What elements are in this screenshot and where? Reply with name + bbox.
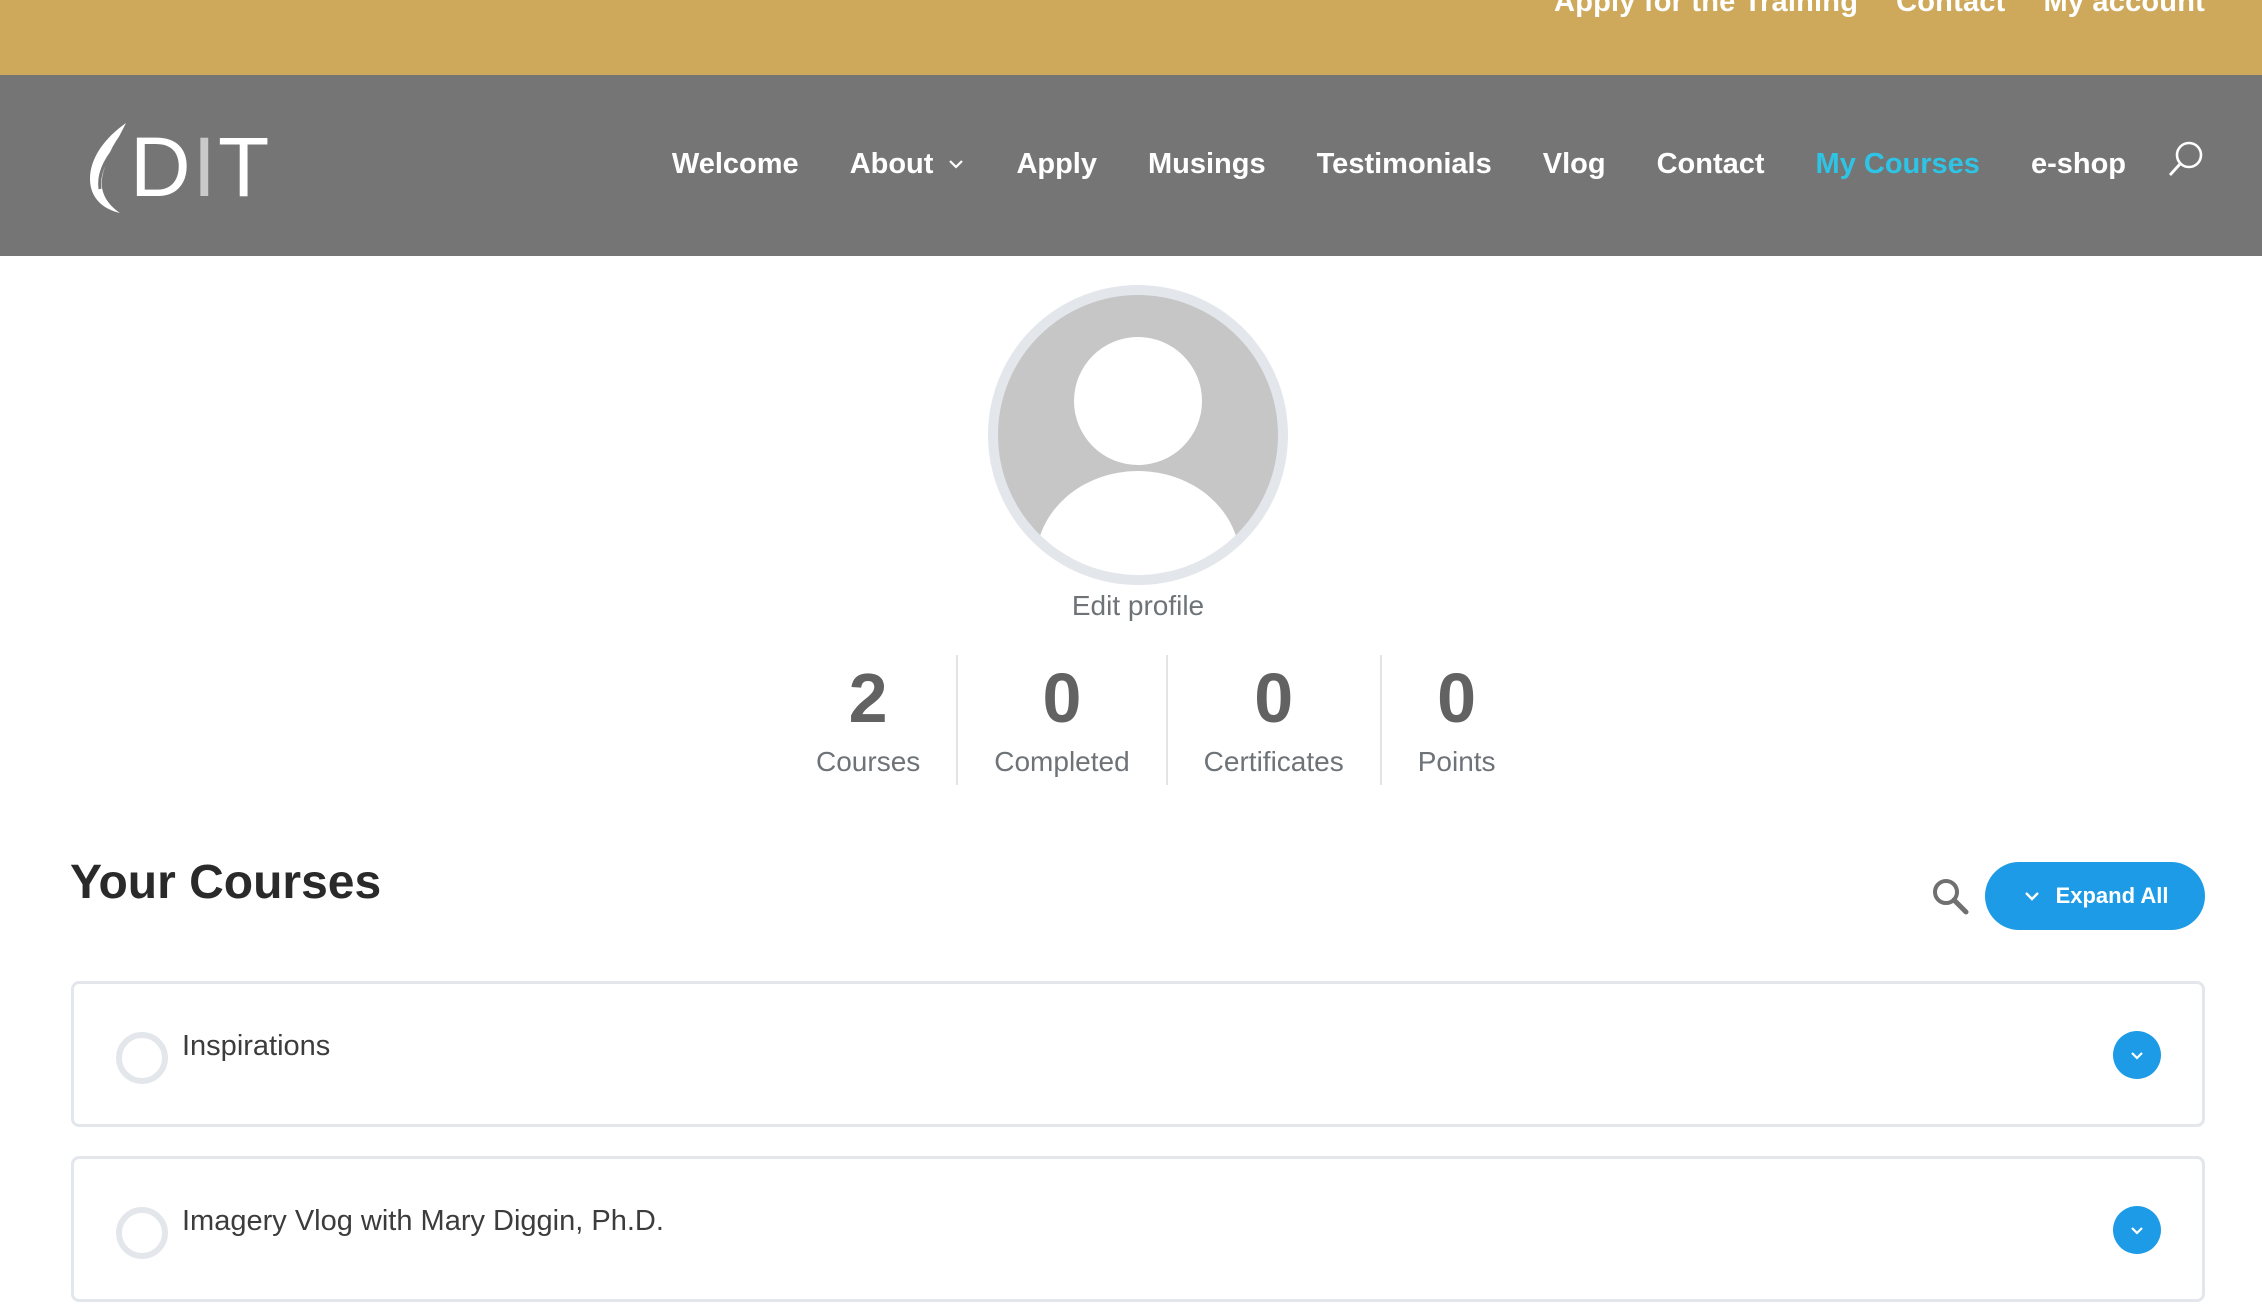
avatar[interactable] bbox=[988, 285, 1288, 585]
avatar-body-shape bbox=[1036, 471, 1240, 575]
nav-vlog[interactable]: Vlog bbox=[1543, 148, 1606, 181]
expand-all-button[interactable]: Expand All bbox=[1985, 862, 2205, 930]
search-icon[interactable] bbox=[2166, 139, 2206, 179]
courses-heading: Your Courses bbox=[70, 856, 382, 909]
course-title[interactable]: Imagery Vlog with Mary Diggin, Ph.D. bbox=[182, 1205, 664, 1238]
stat-label: Certificates bbox=[1203, 746, 1344, 777]
top-link-my-account[interactable]: My account bbox=[2043, 0, 2205, 19]
top-bar-links: Apply for the Training Contact My accoun… bbox=[1554, 0, 2205, 19]
main-header: DIT Welcome About Apply Musings Testimon… bbox=[0, 75, 2262, 256]
nav-welcome[interactable]: Welcome bbox=[672, 148, 799, 181]
stat-courses: 2 Courses bbox=[780, 655, 956, 785]
profile-stats: 2 Courses 0 Completed 0 Certificates 0 P… bbox=[780, 655, 1532, 785]
stat-value: 0 bbox=[1042, 659, 1082, 737]
nav-apply[interactable]: Apply bbox=[1016, 148, 1097, 181]
chevron-down-icon bbox=[2131, 1052, 2143, 1060]
course-expand-toggle[interactable] bbox=[2113, 1031, 2161, 1079]
top-link-contact[interactable]: Contact bbox=[1896, 0, 2005, 19]
expand-all-label: Expand All bbox=[2055, 883, 2169, 908]
stat-certificates: 0 Certificates bbox=[1165, 655, 1380, 785]
nav-e-shop[interactable]: e-shop bbox=[2031, 148, 2126, 181]
nav-contact[interactable]: Contact bbox=[1657, 148, 1765, 181]
course-title[interactable]: Inspirations bbox=[182, 1030, 330, 1063]
stat-value: 0 bbox=[1437, 659, 1477, 737]
course-row[interactable]: Inspirations bbox=[71, 981, 2205, 1127]
top-bar: Apply for the Training Contact My accoun… bbox=[0, 0, 2262, 75]
stat-completed: 0 Completed bbox=[956, 655, 1165, 785]
nav-testimonials[interactable]: Testimonials bbox=[1317, 148, 1492, 181]
nav-my-courses[interactable]: My Courses bbox=[1816, 148, 1980, 181]
stat-label: Courses bbox=[816, 746, 921, 777]
stat-value: 2 bbox=[848, 659, 888, 737]
primary-nav: Welcome About Apply Musings Testimonials… bbox=[672, 135, 2126, 193]
avatar-head-shape bbox=[1074, 337, 1202, 465]
logo-text: DIT bbox=[130, 120, 272, 214]
site-logo[interactable]: DIT bbox=[76, 117, 276, 217]
nav-musings[interactable]: Musings bbox=[1148, 148, 1266, 181]
stat-points: 0 Points bbox=[1379, 655, 1532, 785]
nav-about[interactable]: About bbox=[850, 148, 966, 181]
nav-about-label: About bbox=[849, 147, 934, 180]
top-link-apply-training[interactable]: Apply for the Training bbox=[1554, 0, 1858, 19]
stat-label: Points bbox=[1417, 746, 1496, 777]
progress-ring-icon bbox=[116, 1032, 168, 1084]
stat-value: 0 bbox=[1254, 659, 1294, 737]
course-row[interactable]: Imagery Vlog with Mary Diggin, Ph.D. bbox=[71, 1156, 2205, 1302]
chevron-down-icon bbox=[2131, 1227, 2143, 1235]
course-search-icon[interactable] bbox=[1930, 876, 1970, 916]
chevron-down-icon bbox=[2024, 892, 2039, 901]
stat-label: Completed bbox=[994, 746, 1130, 777]
progress-ring-icon bbox=[116, 1207, 168, 1259]
wing-logo-icon bbox=[90, 123, 126, 213]
course-expand-toggle[interactable] bbox=[2113, 1206, 2161, 1254]
edit-profile-link[interactable]: Edit profile bbox=[0, 590, 2262, 622]
chevron-down-icon bbox=[949, 160, 964, 169]
